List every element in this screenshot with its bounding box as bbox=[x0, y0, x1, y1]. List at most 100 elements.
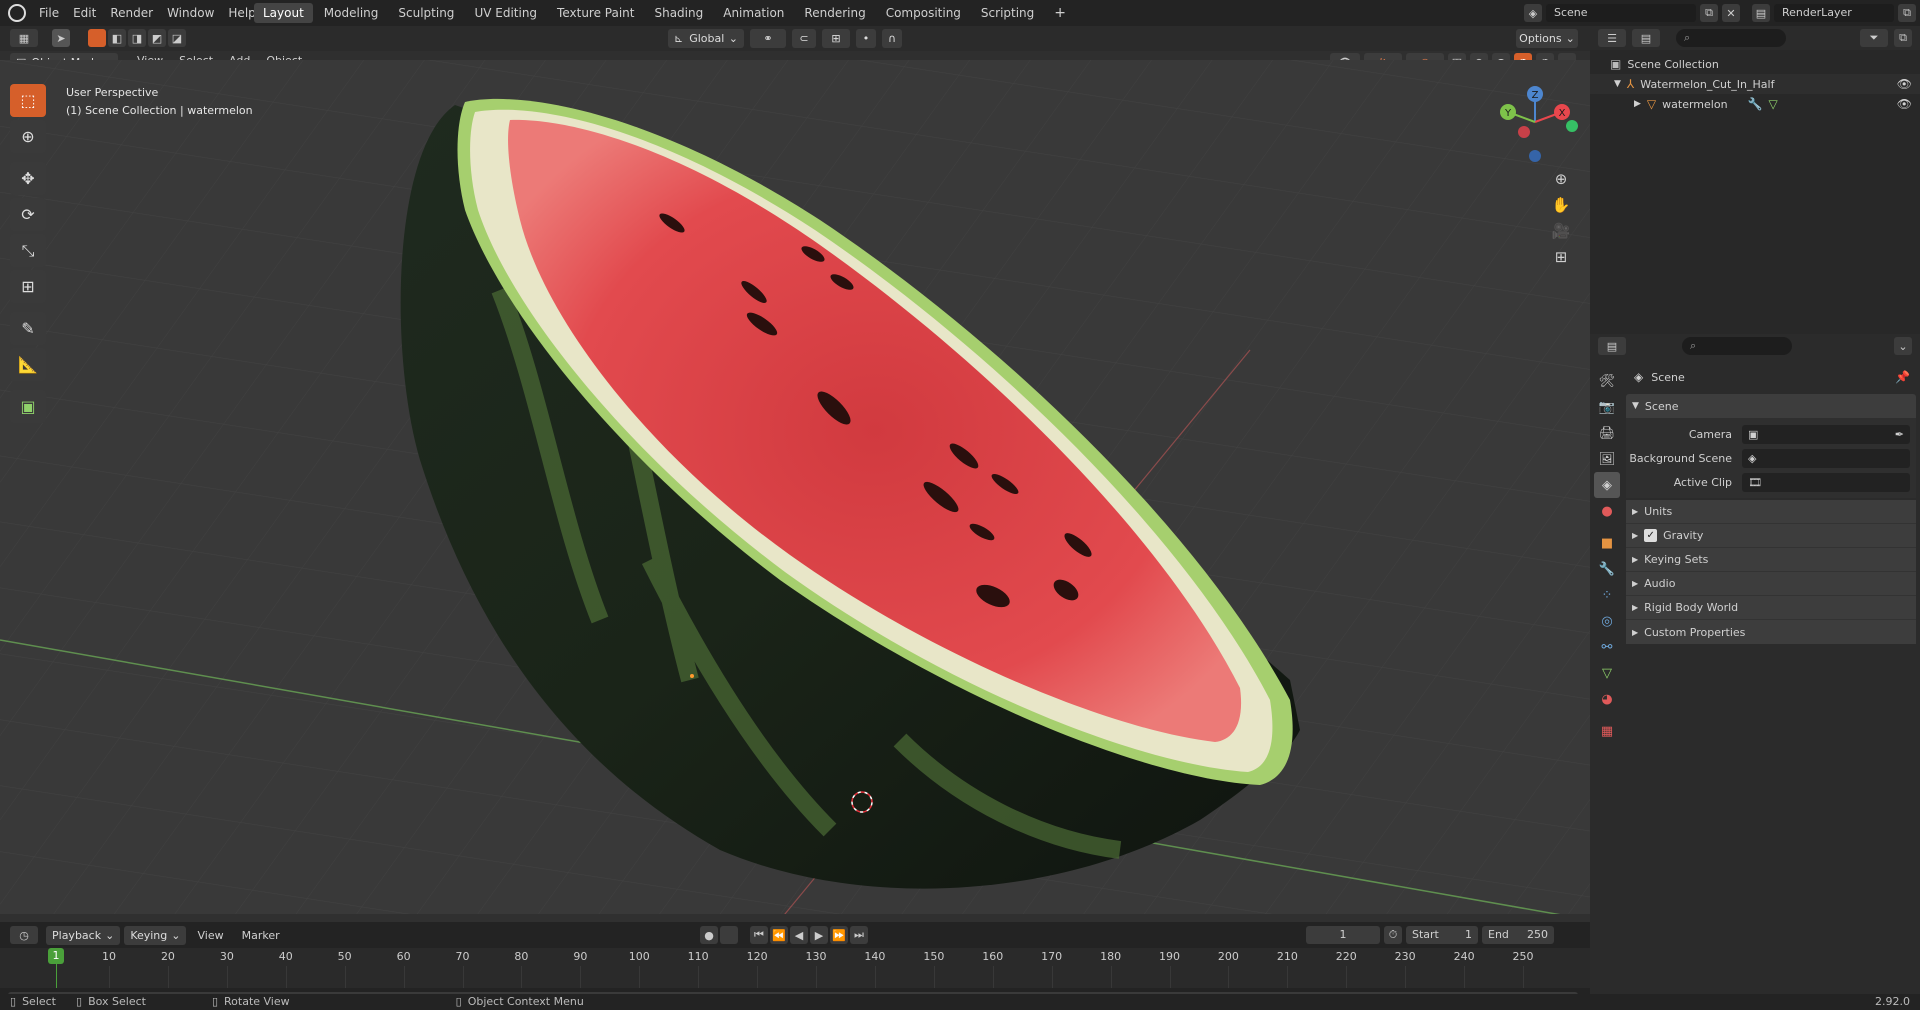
annotate-tool[interactable]: ✎ bbox=[10, 312, 46, 345]
end-frame-field[interactable]: End 250 bbox=[1482, 926, 1554, 944]
ortho-grid-icon[interactable]: ⊞ bbox=[1548, 244, 1574, 270]
display-mode-icon[interactable]: ▤ bbox=[1632, 29, 1660, 47]
modifier-tab-icon[interactable]: 🔧 bbox=[1594, 556, 1620, 582]
camera-field[interactable]: ▣ ✒ bbox=[1742, 424, 1910, 444]
keying-menu[interactable]: Keying ⌄ bbox=[124, 925, 187, 945]
navigation-gizmo[interactable]: Z X Y bbox=[1480, 78, 1590, 168]
play-icon[interactable]: ▶ bbox=[810, 926, 828, 944]
outliner-row-watermelon[interactable]: ▶ ▽ watermelon 🔧 ▽ 👁 bbox=[1590, 94, 1920, 114]
background-scene-field[interactable]: ◈ bbox=[1742, 448, 1910, 468]
mesh-data-icon[interactable]: ▽ bbox=[1769, 97, 1778, 111]
next-keyframe-icon[interactable]: ⏩ bbox=[830, 926, 848, 944]
outliner-editor-type-icon[interactable]: ☰ bbox=[1598, 29, 1626, 47]
snap-toggle[interactable]: ⊂ bbox=[792, 29, 816, 48]
record-icon[interactable]: ● bbox=[700, 926, 718, 944]
tab-rendering[interactable]: Rendering bbox=[795, 3, 874, 23]
outliner-row-scene-collection[interactable]: ▣ Scene Collection bbox=[1590, 54, 1920, 74]
move-tool[interactable]: ✥ bbox=[10, 162, 46, 195]
transform-tool[interactable]: ⊞ bbox=[10, 270, 46, 303]
constraints-tab-icon[interactable]: ⚯ bbox=[1594, 634, 1620, 660]
pin-icon[interactable]: 📌 bbox=[1895, 370, 1910, 384]
scene-panel-header[interactable]: ▼ Scene bbox=[1626, 394, 1916, 418]
auto-keying-options-icon[interactable] bbox=[720, 926, 738, 944]
properties-editor-type-icon[interactable]: ▤ bbox=[1598, 337, 1626, 355]
tab-shading[interactable]: Shading bbox=[645, 3, 712, 23]
eye-icon[interactable]: 👁 bbox=[1897, 77, 1912, 91]
3d-viewport[interactable]: User Perspective (1) Scene Collection | … bbox=[0, 60, 1590, 914]
filter-icon[interactable]: ⏷ bbox=[1860, 29, 1888, 47]
custom-properties-panel[interactable]: ▶ Custom Properties bbox=[1626, 620, 1916, 644]
select-tool-icon[interactable]: ➤ bbox=[52, 29, 70, 47]
cursor-tool[interactable]: ⊕ bbox=[10, 120, 46, 153]
object-tab-icon[interactable]: ■ bbox=[1594, 530, 1620, 556]
view-layer-tab-icon[interactable]: 🖼 bbox=[1594, 446, 1620, 472]
audio-panel[interactable]: ▶ Audio bbox=[1626, 572, 1916, 596]
jump-start-icon[interactable]: ⏮ bbox=[750, 926, 768, 944]
zoom-icon[interactable]: ⊕ bbox=[1548, 166, 1574, 192]
mode-subtract-icon[interactable]: ◨ bbox=[128, 29, 146, 47]
particles-tab-icon[interactable]: ⁘ bbox=[1594, 582, 1620, 608]
rotate-tool[interactable]: ⟳ bbox=[10, 198, 46, 231]
modifier-wrench-icon[interactable]: 🔧 bbox=[1748, 97, 1763, 111]
tab-texture-paint[interactable]: Texture Paint bbox=[548, 3, 643, 23]
keying-sets-panel[interactable]: ▶ Keying Sets bbox=[1626, 548, 1916, 572]
gravity-checkbox[interactable]: ✓ bbox=[1644, 529, 1658, 542]
falloff-icon[interactable]: ∩ bbox=[882, 29, 902, 48]
view-layer-icon[interactable]: ▤ bbox=[1752, 4, 1770, 22]
snap-target-dropdown[interactable]: ⊞ bbox=[822, 29, 850, 48]
menu-window[interactable]: Window bbox=[160, 6, 221, 20]
physics-tab-icon[interactable]: ◎ bbox=[1594, 608, 1620, 634]
view-layer-field[interactable]: RenderLayer bbox=[1774, 4, 1894, 22]
timeline-menu-view[interactable]: View bbox=[190, 929, 230, 942]
pivot-point-dropdown[interactable]: ⚭ bbox=[750, 29, 786, 48]
scene-tab-icon[interactable]: ◈ bbox=[1594, 472, 1620, 498]
menu-render[interactable]: Render bbox=[103, 6, 160, 20]
render-tab-icon[interactable]: 📷 bbox=[1594, 394, 1620, 420]
menu-edit[interactable]: Edit bbox=[66, 6, 103, 20]
active-clip-field[interactable]: 🎞 bbox=[1742, 472, 1910, 492]
mode-extend-icon[interactable]: ◧ bbox=[108, 29, 126, 47]
measure-tool[interactable]: 📐 bbox=[10, 348, 46, 381]
add-workspace-button[interactable]: + bbox=[1045, 3, 1075, 23]
tab-sculpting[interactable]: Sculpting bbox=[389, 3, 463, 23]
pan-hand-icon[interactable]: ✋ bbox=[1548, 192, 1574, 218]
play-reverse-icon[interactable]: ◀ bbox=[790, 926, 808, 944]
select-box-tool[interactable]: ⬚ bbox=[10, 84, 46, 117]
material-tab-icon[interactable]: ◕ bbox=[1594, 686, 1620, 712]
playhead[interactable]: 1 bbox=[48, 948, 64, 964]
current-frame-field[interactable]: 1 bbox=[1306, 926, 1380, 944]
blender-logo-icon[interactable] bbox=[8, 4, 26, 22]
tab-modeling[interactable]: Modeling bbox=[315, 3, 388, 23]
eye-icon[interactable]: 👁 bbox=[1897, 97, 1912, 111]
scene-name-field[interactable]: Scene bbox=[1546, 4, 1696, 22]
world-tab-icon[interactable]: ● bbox=[1594, 498, 1620, 524]
tab-scripting[interactable]: Scripting bbox=[972, 3, 1043, 23]
add-cube-tool[interactable]: ▣ bbox=[10, 390, 46, 423]
new-scene-icon[interactable]: ⧉ bbox=[1700, 4, 1718, 22]
editor-type-icon[interactable]: ▦ bbox=[10, 29, 38, 47]
units-panel[interactable]: ▶ Units bbox=[1626, 500, 1916, 524]
tab-uv-editing[interactable]: UV Editing bbox=[465, 3, 546, 23]
rigid-body-world-panel[interactable]: ▶ Rigid Body World bbox=[1626, 596, 1916, 620]
options-dropdown[interactable]: Options ⌄ bbox=[1516, 29, 1578, 48]
menu-file[interactable]: File bbox=[32, 6, 66, 20]
properties-search-input[interactable]: ⌕ bbox=[1682, 337, 1792, 355]
scale-tool[interactable]: ⤡ bbox=[10, 234, 46, 267]
tab-layout[interactable]: Layout bbox=[254, 3, 313, 23]
output-tab-icon[interactable]: 🖨 bbox=[1594, 420, 1620, 446]
scene-selector-icon[interactable]: ◈ bbox=[1524, 4, 1542, 22]
outliner-row-watermelon-cut[interactable]: ▼ ⅄ Watermelon_Cut_In_Half 👁 bbox=[1590, 74, 1920, 94]
outliner-search-input[interactable]: ⌕ bbox=[1676, 29, 1786, 47]
camera-view-icon[interactable]: 🎥 bbox=[1548, 218, 1574, 244]
expand-arrow-icon[interactable]: ▼ bbox=[1614, 79, 1621, 89]
jump-end-icon[interactable]: ⏭ bbox=[850, 926, 868, 944]
expand-arrow-icon[interactable]: ▶ bbox=[1634, 99, 1641, 109]
start-frame-field[interactable]: Start 1 bbox=[1406, 926, 1478, 944]
preview-range-icon[interactable]: ⏱ bbox=[1384, 926, 1402, 944]
delete-scene-icon[interactable]: ✕ bbox=[1722, 4, 1740, 22]
chevron-down-icon[interactable]: ⌄ bbox=[1894, 337, 1912, 355]
timeline-ruler[interactable]: 1 10 20 30 40 50 60 70 80 90 100 110 120 130 140 150 16… bbox=[0, 948, 1590, 988]
data-tab-icon[interactable]: ▽ bbox=[1594, 660, 1620, 686]
timeline-editor-type-icon[interactable]: ◷ bbox=[10, 926, 38, 944]
new-view-layer-icon[interactable]: ⧉ bbox=[1898, 4, 1916, 22]
